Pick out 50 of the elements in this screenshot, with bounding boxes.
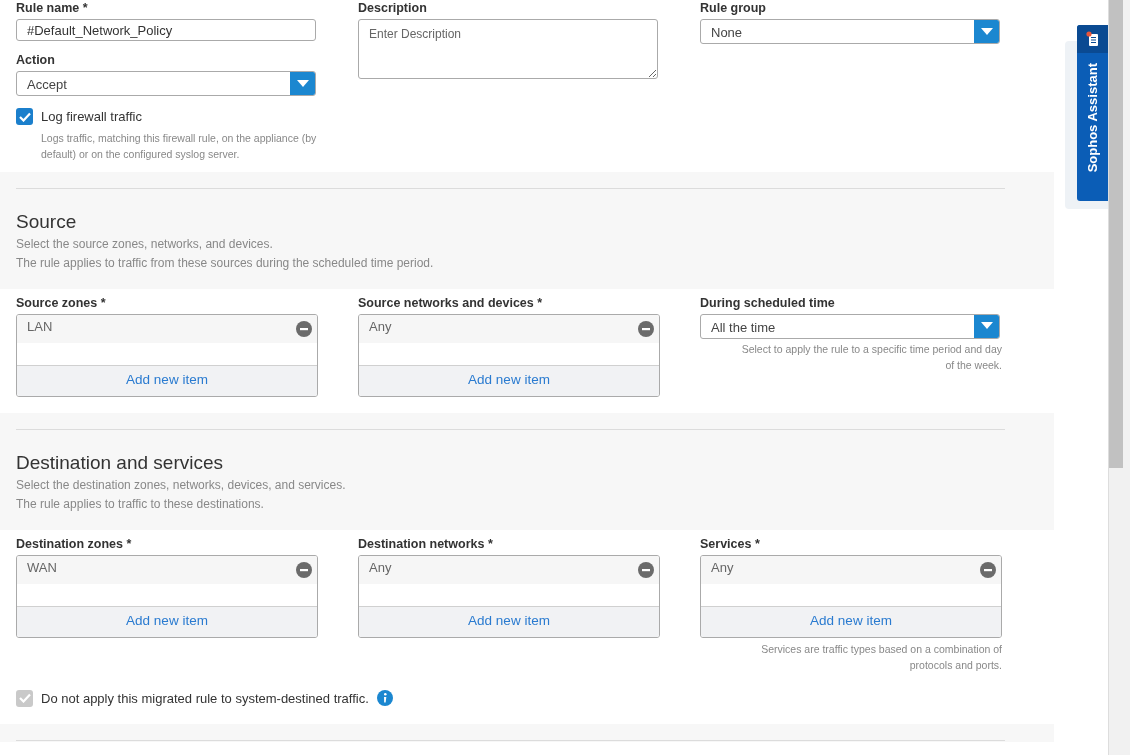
list-item: LAN <box>27 317 53 336</box>
remove-icon[interactable] <box>638 561 654 578</box>
help-text: Services are traffic types based on a combination of protocols and ports. <box>760 641 1002 673</box>
add-item-button[interactable]: Add new item <box>17 605 317 637</box>
field-label: Source zones * <box>16 294 107 311</box>
scrollbar-thumb[interactable] <box>1109 0 1123 468</box>
remove-icon[interactable] <box>980 561 996 578</box>
help-text: Select to apply the rule to a specific time period and day of the week. <box>740 341 1002 373</box>
section-description: The rule applies to traffic to these destinations. <box>16 495 265 513</box>
field-label: Rule name * <box>16 0 89 16</box>
dropdown[interactable]: All the time <box>700 313 1000 339</box>
checkbox-label: Log firewall traffic <box>41 108 142 126</box>
field-label: Destination zones * <box>16 535 133 552</box>
dropdown[interactable]: Accept <box>16 71 316 96</box>
remove-icon[interactable] <box>296 561 312 578</box>
section-description: Select the destination zones, networks, devices, and services. <box>16 476 347 494</box>
section-description: The rule applies to traffic from these sources during the scheduled time period. <box>16 254 435 272</box>
add-item-button[interactable]: Add new item <box>701 605 1001 637</box>
help-text: Logs traffic, matching this firewall rule, on the appliance (by default) or on the configured syslog server. <box>41 130 318 162</box>
caret-icon <box>980 27 993 36</box>
list-item: Any <box>369 317 392 336</box>
add-item-button[interactable]: Add new item <box>359 605 659 637</box>
field-label: Action <box>16 52 56 68</box>
caret-icon <box>980 322 993 330</box>
remove-icon[interactable] <box>296 320 312 337</box>
list-item: WAN <box>27 558 57 577</box>
document-icon <box>1085 31 1100 47</box>
checkbox[interactable] <box>16 108 33 126</box>
list-item: Any <box>711 558 734 577</box>
field-label: Source networks and devices * <box>358 294 544 311</box>
caret-icon <box>296 79 309 88</box>
section-title: Source <box>16 210 78 233</box>
field-label: Rule group <box>700 0 767 16</box>
assistant-tab[interactable]: Sophos Assistant <box>1077 25 1108 201</box>
rule-name-field[interactable]: #Default_Network_Policy <box>16 19 316 41</box>
field-label: During scheduled time <box>700 294 836 311</box>
section-description: Select the source zones, networks, and devices. <box>16 235 274 253</box>
checkbox-label: Do not apply this migrated rule to system-destined traffic. <box>41 689 369 708</box>
field-label: Destination networks * <box>358 535 494 552</box>
add-item-button[interactable]: Add new item <box>359 364 659 396</box>
field-label: Services * <box>700 535 761 552</box>
list-item: Any <box>369 558 392 577</box>
checkmark-icon <box>18 111 31 122</box>
remove-icon[interactable] <box>638 320 654 337</box>
add-item-button[interactable]: Add new item <box>17 364 317 396</box>
section-title: Destination and services <box>16 451 224 474</box>
description-field[interactable]: Enter Description <box>358 19 658 79</box>
field-label: Description <box>358 0 428 16</box>
checkmark-icon <box>18 693 31 704</box>
dropdown[interactable]: None <box>700 19 1000 44</box>
